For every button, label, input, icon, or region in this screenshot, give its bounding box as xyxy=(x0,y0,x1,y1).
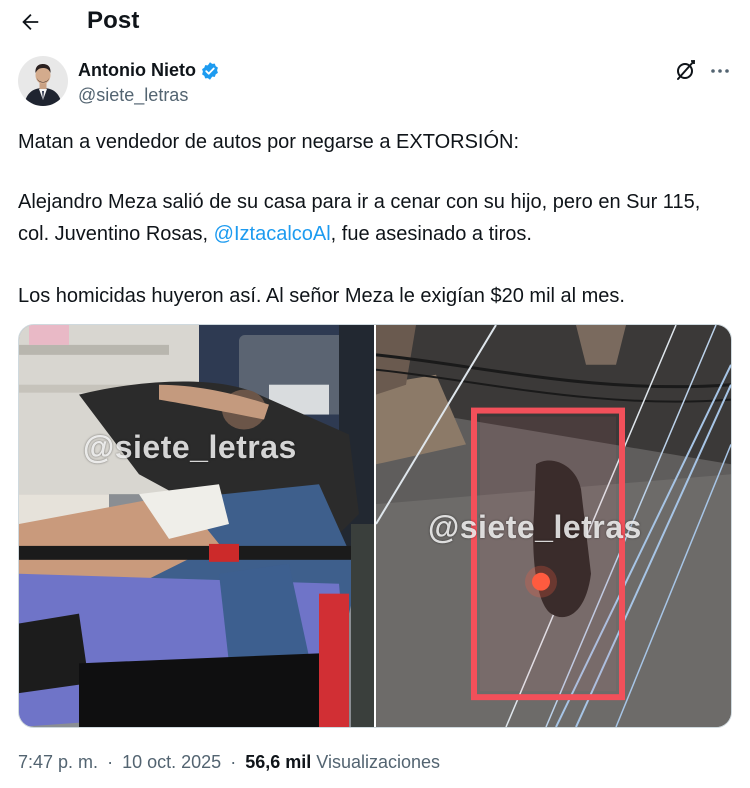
post-time[interactable]: 7:47 p. m. xyxy=(18,752,98,772)
tweet-text-line-1: Matan a vendedor de autos por negarse a … xyxy=(18,131,520,153)
media-image-right[interactable]: @siete_letras xyxy=(376,325,731,727)
post-date[interactable]: 10 oct. 2025 xyxy=(122,752,221,772)
media-image-left[interactable]: @siete_letras xyxy=(19,325,374,727)
views-count: 56,6 mil xyxy=(245,752,312,772)
author-name: Antonio Nieto xyxy=(78,60,196,80)
page-title: Post xyxy=(87,7,140,34)
post-meta: 7:47 p. m. · 10 oct. 2025 · 56,6 mil Vis… xyxy=(18,752,440,773)
avatar[interactable] xyxy=(18,56,68,106)
grok-icon[interactable] xyxy=(674,58,698,82)
views-label: Visualizaciones xyxy=(316,752,441,772)
verified-badge-icon xyxy=(202,61,218,80)
tweet-text-segment: , fue asesinado a tiros. xyxy=(330,223,532,245)
arrow-left-icon xyxy=(22,14,39,30)
meta-separator: · xyxy=(107,752,114,772)
top-bar: Post xyxy=(0,0,750,44)
author-row: Antonio Nieto @siete_letras xyxy=(18,56,732,112)
tweet-text-paragraph-2: Alejandro Meza salió de su casa para ir … xyxy=(18,186,732,250)
mention-link[interactable]: @IztacalcoAl xyxy=(214,223,331,245)
back-button[interactable] xyxy=(14,6,46,38)
more-options-icon[interactable] xyxy=(708,58,732,82)
author-name-link[interactable]: Antonio Nieto xyxy=(78,60,220,81)
media-grid: @siete_letras @siete_letras xyxy=(18,324,732,728)
meta-separator: · xyxy=(230,752,237,772)
author-handle[interactable]: @siete_letras xyxy=(78,85,188,106)
tweet-text-line-3: Los homicidas huyeron así. Al señor Meza… xyxy=(18,285,625,307)
